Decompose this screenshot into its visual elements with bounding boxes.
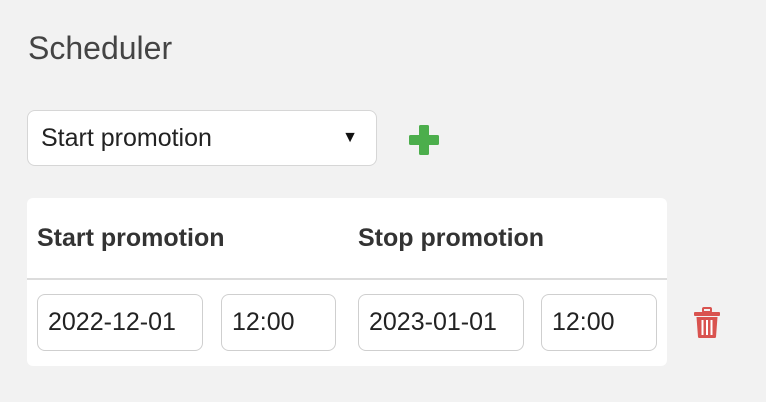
scheduler-page: Scheduler Start promotion ▼ Start promot… <box>0 0 766 402</box>
page-title: Scheduler <box>28 30 173 66</box>
action-select-value: Start promotion <box>41 123 212 152</box>
start-time-input[interactable] <box>221 294 336 351</box>
schedule-table: Start promotion Stop promotion <box>27 198 667 366</box>
start-date-input[interactable] <box>37 294 203 351</box>
header-stop-promotion: Stop promotion <box>358 224 545 252</box>
delete-row-button[interactable] <box>687 303 727 343</box>
action-select[interactable]: Start promotion ▼ <box>27 110 377 166</box>
header-start-promotion: Start promotion <box>37 224 225 252</box>
header-divider <box>27 278 667 280</box>
trash-icon <box>694 307 720 338</box>
plus-icon <box>409 125 439 155</box>
caret-down-icon: ▼ <box>342 129 358 146</box>
stop-date-input[interactable] <box>358 294 524 351</box>
add-schedule-button[interactable] <box>404 120 444 160</box>
stop-time-input[interactable] <box>541 294 657 351</box>
